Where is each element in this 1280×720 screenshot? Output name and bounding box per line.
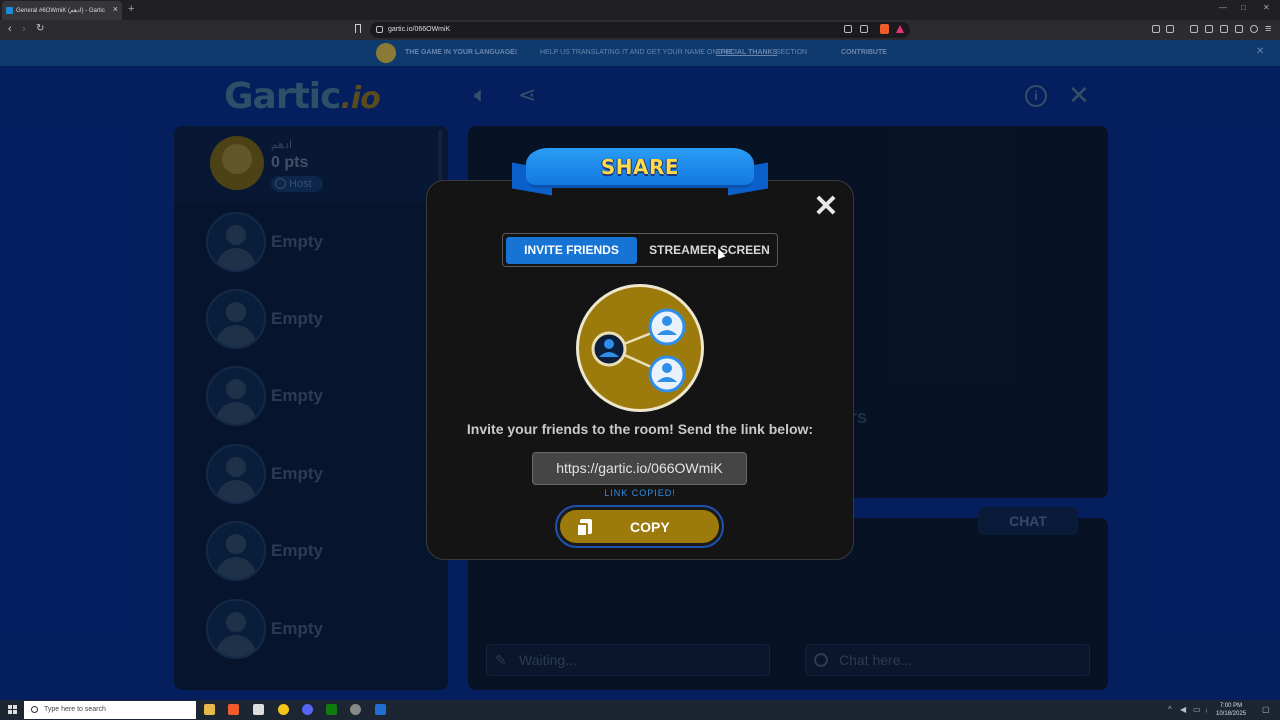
minimize-icon[interactable]: — [1219, 3, 1227, 12]
menu-icon[interactable]: ≡ [1265, 23, 1271, 35]
tab-invite-friends[interactable]: INVITE FRIENDS [506, 237, 637, 264]
back-icon[interactable]: ‹ [8, 23, 12, 35]
wallet-icon[interactable] [1220, 25, 1228, 33]
share-tabs: INVITE FRIENDS STREAMER SCREEN [502, 233, 778, 267]
copy-icon-back [576, 523, 588, 537]
invite-instructions: Invite your friends to the room! Send th… [466, 421, 814, 437]
search-icon [31, 706, 38, 713]
share-people-icon [576, 284, 704, 412]
translate-icon [376, 43, 396, 63]
site-info-icon[interactable] [376, 26, 383, 33]
tab-title: General #6OWmiK (ادهم) - Gartic [16, 8, 105, 14]
share-network-icon [591, 308, 686, 393]
contribute-link[interactable]: CONTRIBUTE [841, 49, 887, 56]
banner-text-end: SECTION [776, 49, 808, 56]
favicon-icon [6, 7, 13, 14]
share-page-icon[interactable] [860, 25, 868, 33]
translation-banner: THE GAME IN YOUR LANGUAGE! HELP US TRANS… [0, 40, 1280, 66]
language-icon[interactable]: ᵢ [1206, 705, 1207, 714]
copy-label: COPY [630, 519, 670, 535]
vpn-icon[interactable] [1250, 25, 1258, 33]
tab-close-icon[interactable]: × [113, 4, 118, 14]
window-close-icon[interactable]: ✕ [1263, 3, 1270, 12]
banner-close-icon[interactable]: ✕ [1256, 46, 1264, 57]
reload-icon[interactable]: ↻ [36, 23, 44, 34]
brave-shields-icon[interactable] [880, 24, 889, 34]
windows-start-icon[interactable] [8, 705, 18, 715]
brave-rewards-icon[interactable] [896, 25, 904, 33]
brave-icon[interactable] [228, 704, 239, 715]
obs-icon[interactable] [350, 704, 361, 715]
link-copied-status: LINK COPIED! [604, 488, 676, 498]
cast-icon[interactable] [844, 25, 852, 33]
invite-link-field[interactable]: https://gartic.io/066OWmiK [532, 452, 747, 485]
share-ribbon: SHARE [512, 146, 768, 196]
sidebar-icon[interactable] [1205, 25, 1213, 33]
extension-icon[interactable] [1166, 25, 1174, 33]
banner-headline: THE GAME IN YOUR LANGUAGE! [405, 49, 518, 56]
copy-button[interactable]: COPY [555, 505, 724, 548]
xbox-icon[interactable] [326, 704, 337, 715]
taskbar: Type here to search [0, 700, 1280, 720]
media-icon[interactable] [1190, 25, 1198, 33]
clock-time: 7:00 PM [1219, 703, 1243, 709]
leo-icon[interactable] [1235, 25, 1243, 33]
volume-icon[interactable]: ◀ [1180, 705, 1186, 714]
modal-title: SHARE [600, 155, 680, 179]
extension-icon[interactable] [1152, 25, 1160, 33]
store-icon[interactable] [253, 704, 264, 715]
file-explorer-icon[interactable] [204, 704, 215, 715]
browser-tab-bar: General #6OWmiK (ادهم) - Gartic × + — □ … [0, 0, 1280, 20]
app-icon[interactable] [375, 704, 386, 715]
browser-tab[interactable]: General #6OWmiK (ادهم) - Gartic × [2, 1, 122, 20]
tab-streamer-screen[interactable]: STREAMER SCREEN [643, 237, 776, 264]
banner-link[interactable]: SPECIAL THANKS [716, 49, 777, 56]
discord-icon[interactable] [302, 704, 313, 715]
network-icon[interactable]: ▭ [1193, 705, 1201, 714]
url-text: gartic.io/066OWmiK [388, 26, 451, 33]
system-clock[interactable]: 7:00 PM 10/18/2025 [1216, 702, 1246, 718]
tray-chevron-icon[interactable]: ^ [1168, 705, 1172, 714]
banner-text: HELP US TRANSLATING IT AND GET YOUR NAME… [540, 49, 734, 56]
bookmark-icon[interactable] [355, 24, 361, 33]
url-field[interactable]: gartic.io/066OWmiK [370, 22, 910, 38]
maximize-icon[interactable]: □ [1241, 3, 1246, 12]
chrome-icon[interactable] [278, 704, 289, 715]
taskbar-search[interactable]: Type here to search [24, 701, 196, 719]
notification-icon[interactable]: ▢ [1262, 705, 1270, 714]
taskbar-search-placeholder: Type here to search [44, 706, 106, 713]
new-tab-icon[interactable]: + [128, 3, 134, 15]
address-bar-row: ‹ › ↻ gartic.io/066OWmiK [0, 20, 1280, 40]
clock-date: 10/18/2025 [1216, 711, 1247, 717]
modal-close-button[interactable]: ✕ [813, 192, 839, 222]
forward-icon[interactable]: › [22, 23, 26, 35]
